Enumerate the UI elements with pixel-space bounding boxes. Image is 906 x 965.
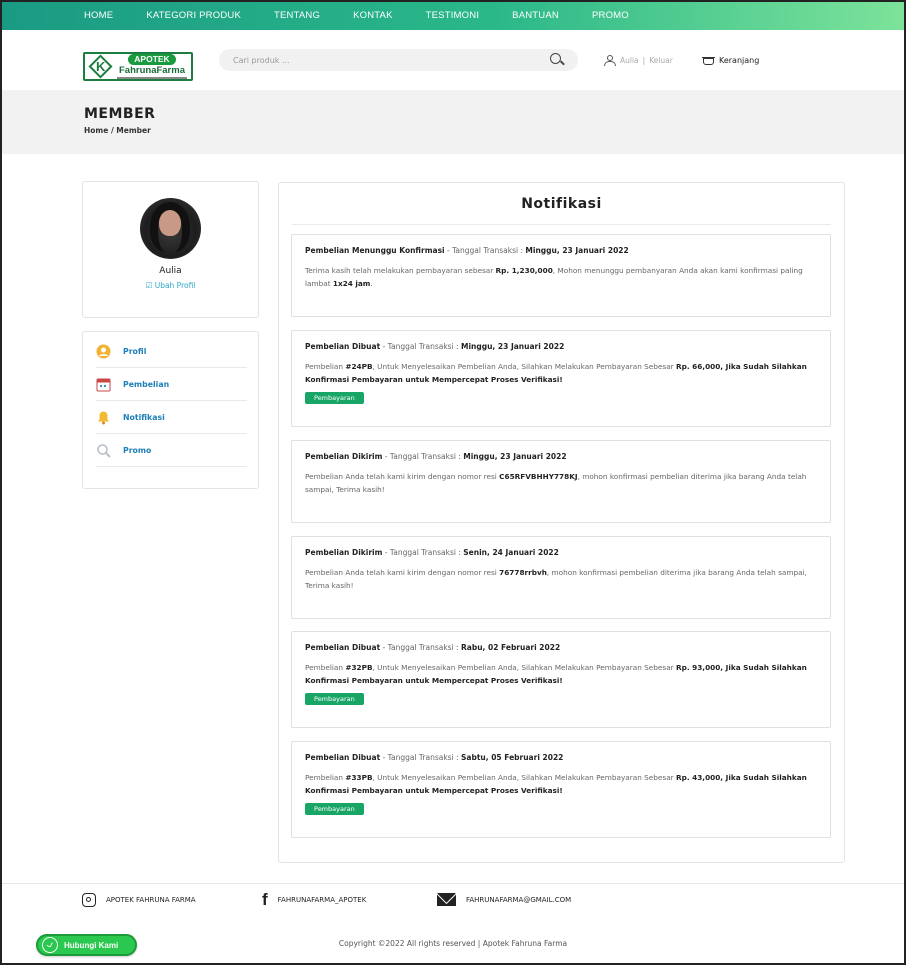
whatsapp-label: Hubungi Kami [64,940,119,950]
cart-link[interactable]: Keranjang [702,55,759,66]
pembayaran-button[interactable]: Pembayaran [305,693,364,705]
notification-item: Pembelian Dibuat - Tanggal Transaksi : M… [291,330,831,427]
nav-kontak[interactable]: KONTAK [353,10,393,21]
nav-testimoni[interactable]: TESTIMONI [426,10,480,21]
notification-item: Pembelian Menunggu Konfirmasi - Tanggal … [291,234,831,317]
nav-home[interactable]: HOME [84,10,113,21]
menu-label-notifikasi: Notifikasi [123,412,165,422]
site-logo[interactable]: K APOTEK FahrunaFarma [83,52,193,81]
instagram-label: APOTEK FAHRUNA FARMA [106,896,196,904]
menu-item-notifikasi[interactable]: Notifikasi [96,401,247,434]
notification-body: Terima kasih telah melakukan pembayaran … [305,266,803,288]
user-circle-icon [96,344,111,359]
notification-body: Pembelian Anda telah kami kirim dengan n… [305,568,807,590]
notification-status: Pembelian Dikirim [305,452,383,461]
member-menu: Profil Pembelian Notifikasi Promo [82,331,259,489]
footer-divider [0,883,906,884]
logo-text: APOTEK FahrunaFarma [117,54,187,79]
menu-label-pembelian: Pembelian [123,379,170,389]
pembayaran-button[interactable]: Pembayaran [305,803,364,815]
breadcrumb: Home / Member [84,126,151,135]
user-account: Aulia | Keluar [604,55,673,66]
user-icon [604,55,616,66]
user-name-link[interactable]: Aulia [620,56,639,65]
notification-item: Pembelian Dikirim - Tanggal Transaksi : … [291,440,831,523]
mail-icon [437,893,456,906]
menu-label-promo: Promo [123,445,152,455]
user-separator: | [642,56,646,65]
logo-mark-icon: K [88,53,115,79]
notification-item: Pembelian Dikirim - Tanggal Transaksi : … [291,536,831,619]
panel-title: Notifikasi [521,196,602,212]
edit-profile-link[interactable]: ☑ Ubah Profil [83,281,258,290]
menu-item-promo[interactable]: Promo [96,434,247,467]
notification-date: Minggu, 23 Januari 2022 [463,452,567,461]
bell-icon [96,410,111,425]
facebook-label: FAHRUNAFARMA_APOTEK [277,896,367,904]
notification-status: Pembelian Menunggu Konfirmasi [305,246,445,255]
avatar [140,198,201,259]
pembayaran-button[interactable]: Pembayaran [305,392,364,404]
notification-date: Rabu, 02 Februari 2022 [460,643,561,652]
notification-date: Minggu, 23 Januari 2022 [525,246,629,255]
notification-status: Pembelian Dibuat [305,753,381,762]
cart-icon [702,55,715,66]
notification-status: Pembelian Dikirim [305,548,383,557]
notification-body: Pembelian Anda telah kami kirim dengan n… [305,472,807,494]
footer-email-link[interactable]: FAHRUNAFARMA@GMAIL.COM [437,893,571,906]
notification-date: Senin, 24 Januari 2022 [463,548,559,557]
nav-tentang[interactable]: TENTANG [274,10,320,21]
notification-status: Pembelian Dibuat [305,643,381,652]
edit-profile-label: Ubah Profil [154,281,196,290]
search-bar [219,49,578,71]
cart-label: Keranjang [719,56,760,65]
nav-kategori-produk[interactable]: KATEGORI PRODUK [146,10,241,21]
footer-instagram-link[interactable]: APOTEK FAHRUNA FARMA [82,893,196,907]
notification-body: Pembelian #33PB, Untuk Menyelesaikan Pem… [305,773,807,795]
page-title: MEMBER [84,106,156,122]
site-header: K APOTEK FahrunaFarma Aulia | Keluar Ker… [0,30,906,90]
notification-body: Pembelian #32PB, Untuk Menyelesaikan Pem… [305,663,807,685]
footer-facebook-link[interactable]: f FAHRUNAFARMA_APOTEK [262,890,367,909]
notification-body: Pembelian #24PB, Untuk Menyelesaikan Pem… [305,362,807,384]
page-banner: MEMBER Home / Member [0,90,906,154]
search-icon[interactable] [550,53,565,67]
search-input[interactable] [233,55,550,65]
whatsapp-icon [42,937,58,953]
notification-date: Minggu, 23 Januari 2022 [460,342,565,351]
whatsapp-button[interactable]: Hubungi Kami [36,934,137,956]
edit-icon: ☑ [145,281,153,290]
menu-item-pembelian[interactable]: Pembelian [96,368,247,401]
notification-date: Sabtu, 05 Februari 2022 [460,753,564,762]
nav-promo[interactable]: PROMO [592,10,629,21]
menu-item-profil[interactable]: Profil [96,335,247,368]
profile-name: Aulia [159,266,182,276]
top-navigation: HOME KATEGORI PRODUK TENTANG KONTAK TEST… [0,0,906,30]
notification-status: Pembelian Dibuat [305,342,381,351]
facebook-icon: f [262,890,268,909]
menu-label-profil: Profil [123,346,147,356]
nav-bantuan[interactable]: BANTUAN [512,10,559,21]
notification-item: Pembelian Dibuat - Tanggal Transaksi : S… [291,741,831,838]
notification-item: Pembelian Dibuat - Tanggal Transaksi : R… [291,631,831,728]
calendar-icon [96,377,111,392]
promo-icon [96,443,111,458]
instagram-icon [82,893,96,907]
email-label: FAHRUNAFARMA@GMAIL.COM [466,895,572,904]
profile-card: Aulia ☑ Ubah Profil [82,181,259,318]
logout-link[interactable]: Keluar [649,56,673,65]
